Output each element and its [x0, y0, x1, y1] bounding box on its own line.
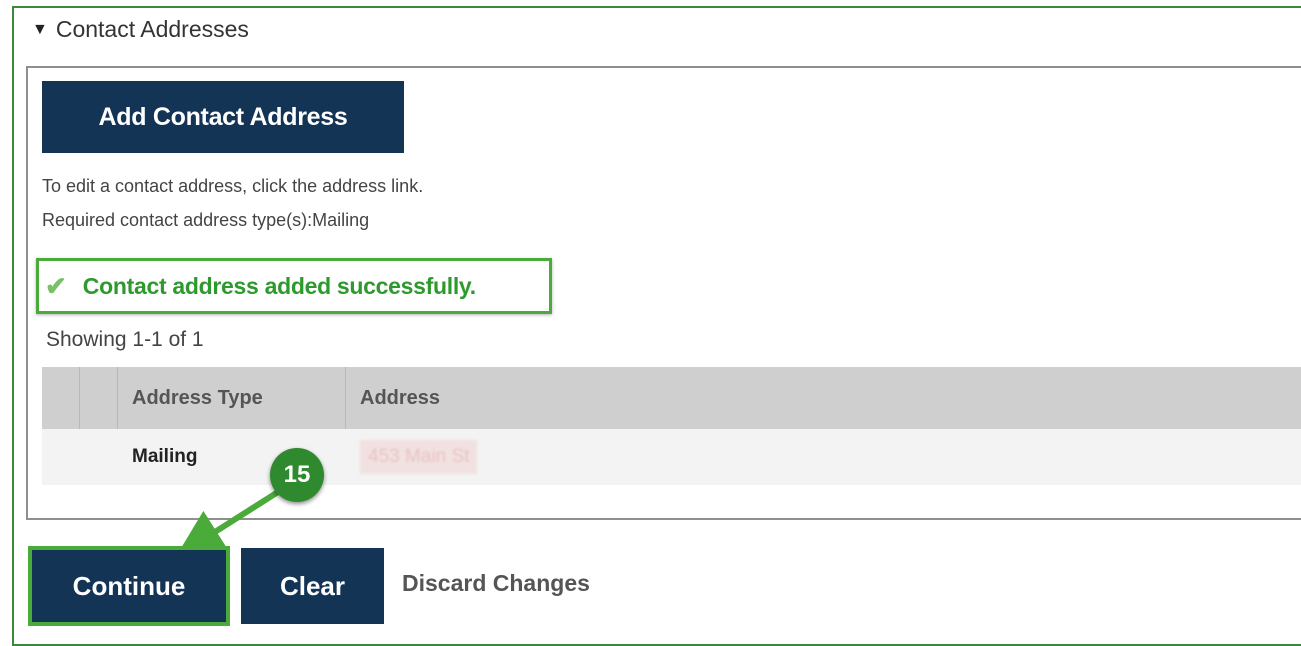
edit-instructions: To edit a contact address, click the add…	[42, 176, 424, 196]
continue-button[interactable]: Continue	[28, 546, 230, 626]
column-header-address[interactable]: Address	[346, 367, 1301, 429]
table-header-row: Address Type Address	[42, 367, 1301, 429]
success-message: Contact address added successfully.	[82, 272, 476, 299]
header-cell-blank	[80, 367, 118, 429]
discard-changes-link[interactable]: Discard Changes	[402, 570, 590, 597]
triangle-down-icon: ▼	[32, 20, 48, 38]
address-cell: 453 Main St	[346, 429, 1301, 485]
row-cell-blank	[42, 429, 80, 485]
required-types-text: Required contact address type(s):Mailing	[42, 210, 370, 230]
success-notice: ✔ Contact address added successfully.	[36, 258, 552, 314]
column-header-address-type[interactable]: Address Type	[118, 367, 346, 429]
section-toggle[interactable]: ▼ Contact Addresses	[32, 16, 249, 43]
contact-address-table: Address Type Address Mailing 453 Main St	[42, 367, 1301, 485]
table-row: Mailing 453 Main St	[42, 429, 1301, 485]
row-cell-blank	[80, 429, 118, 485]
add-contact-address-button[interactable]: Add Contact Address	[42, 81, 404, 153]
section-title: Contact Addresses	[55, 16, 249, 42]
header-cell-blank	[42, 367, 80, 429]
clear-button[interactable]: Clear	[241, 548, 384, 624]
address-link[interactable]: 453 Main St	[360, 440, 478, 474]
results-count: Showing 1-1 of 1	[46, 328, 204, 351]
step-number-badge: 15	[270, 448, 324, 502]
check-icon: ✔	[45, 270, 67, 301]
